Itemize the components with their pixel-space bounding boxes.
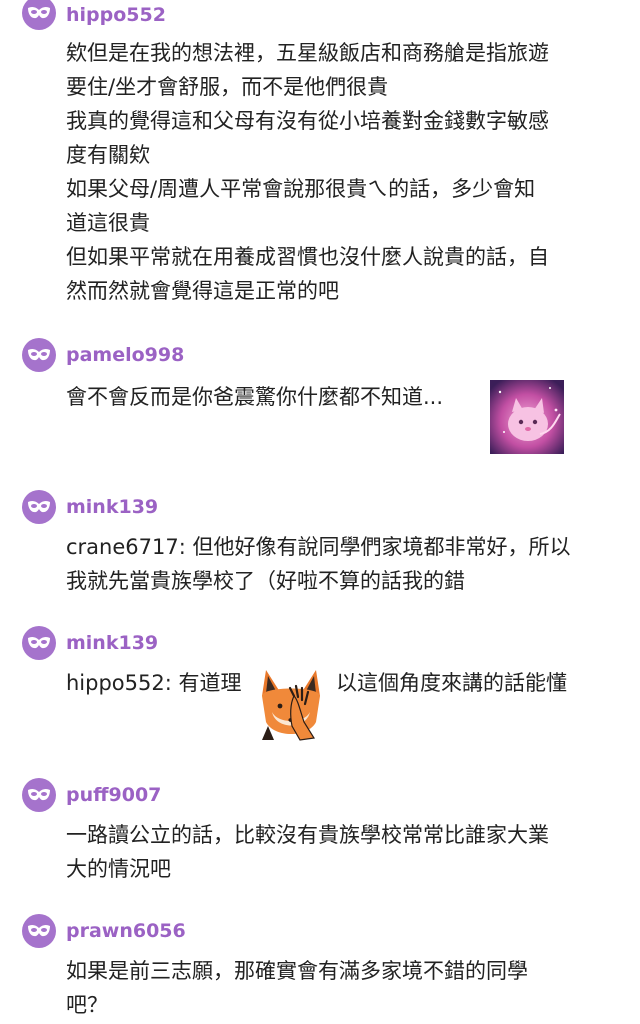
avatar[interactable] — [22, 626, 56, 660]
comment-body: hippo552: 有道理 — [66, 666, 242, 700]
avatar[interactable] — [22, 0, 56, 30]
masquerade-mask-icon — [28, 636, 50, 649]
avatar[interactable] — [22, 490, 56, 524]
comment-line: 一路讀公立的話，比較沒有貴族學校常常比誰家大業 — [66, 823, 549, 847]
masquerade-mask-icon — [28, 500, 50, 513]
avatar[interactable] — [22, 778, 56, 812]
comment-username[interactable]: hippo552 — [66, 2, 166, 28]
comment-line: 我真的覺得這和父母有沒有從小培養對金錢數字敏感 — [66, 109, 549, 133]
masquerade-mask-icon — [28, 6, 50, 19]
comment-line: 大的情況吧 — [66, 857, 171, 881]
avatar[interactable] — [22, 338, 56, 372]
comment-item: prawn6056 如果是前三志願，那確實會有滿多家境不錯的同學 吧？ — [0, 914, 640, 1024]
comment-username[interactable]: mink139 — [66, 494, 158, 520]
comment-item: puff9007 一路讀公立的話，比較沒有貴族學校常常比誰家大業 大的情況吧 — [0, 778, 640, 898]
comment-line: 但如果平常就在用養成習慣也沒什麼人說貴的話，自 — [66, 245, 549, 269]
comment-item: hippo552 欸但是在我的想法裡，五星級飯店和商務艙是指旅遊 要住/坐才會舒… — [0, 0, 640, 320]
comment-line: 吧？ — [66, 993, 108, 1017]
pink-glowing-cat-sticker[interactable] — [490, 380, 564, 454]
comment-line: 如果父母/周遭人平常會說那很貴ㄟ的話，多少會知 — [66, 177, 536, 201]
comment-body: 如果是前三志願，那確實會有滿多家境不錯的同學 吧？ — [66, 954, 616, 1022]
comment-line: 要住/坐才會舒服，而不是他們很貴 — [66, 75, 389, 99]
comment-username[interactable]: mink139 — [66, 630, 158, 656]
comment-username[interactable]: pamelo998 — [66, 342, 184, 368]
comment-item: pamelo998 會不會反而是你爸震驚你什麼都不知道... — [0, 338, 640, 468]
comment-body: crane6717: 但他好像有說同學們家境都非常好，所以 我就先當貴族學校了（… — [66, 530, 616, 598]
comment-line: hippo552: 有道理 — [66, 671, 242, 695]
masquerade-mask-icon — [28, 348, 50, 361]
comment-line: 道這很貴 — [66, 211, 150, 235]
comment-body: 欸但是在我的想法裡，五星級飯店和商務艙是指旅遊 要住/坐才會舒服，而不是他們很貴… — [66, 36, 616, 308]
masquerade-mask-icon — [28, 788, 50, 801]
comment-item: mink139 hippo552: 有道理 以這個角度來講的話能懂 — [0, 626, 640, 756]
comment-body-continued: 以這個角度來講的話能懂 — [336, 666, 567, 700]
comment-line: 我就先當貴族學校了（好啦不算的話我的錯 — [66, 569, 465, 593]
avatar[interactable] — [22, 914, 56, 948]
comment-line: 度有關欸 — [66, 143, 150, 167]
masquerade-mask-icon — [28, 924, 50, 937]
comment-line: 然而然就會覺得這是正常的吧 — [66, 279, 339, 303]
comment-username[interactable]: puff9007 — [66, 782, 161, 808]
comment-line: 會不會反而是你爸震驚你什麼都不知道... — [66, 385, 444, 409]
comment-item: mink139 crane6717: 但他好像有說同學們家境都非常好，所以 我就… — [0, 490, 640, 610]
comment-line: 欸但是在我的想法裡，五星級飯店和商務艙是指旅遊 — [66, 41, 549, 65]
comment-body: 會不會反而是你爸震驚你什麼都不知道... — [66, 380, 443, 414]
comment-line: crane6717: 但他好像有說同學們家境都非常好，所以 — [66, 535, 571, 559]
fox-facepalm-sticker[interactable] — [254, 666, 328, 742]
comment-username[interactable]: prawn6056 — [66, 918, 186, 944]
comment-line: 以這個角度來講的話能懂 — [336, 671, 567, 695]
comment-body: 一路讀公立的話，比較沒有貴族學校常常比誰家大業 大的情況吧 — [66, 818, 616, 886]
comment-line: 如果是前三志願，那確實會有滿多家境不錯的同學 — [66, 959, 528, 983]
